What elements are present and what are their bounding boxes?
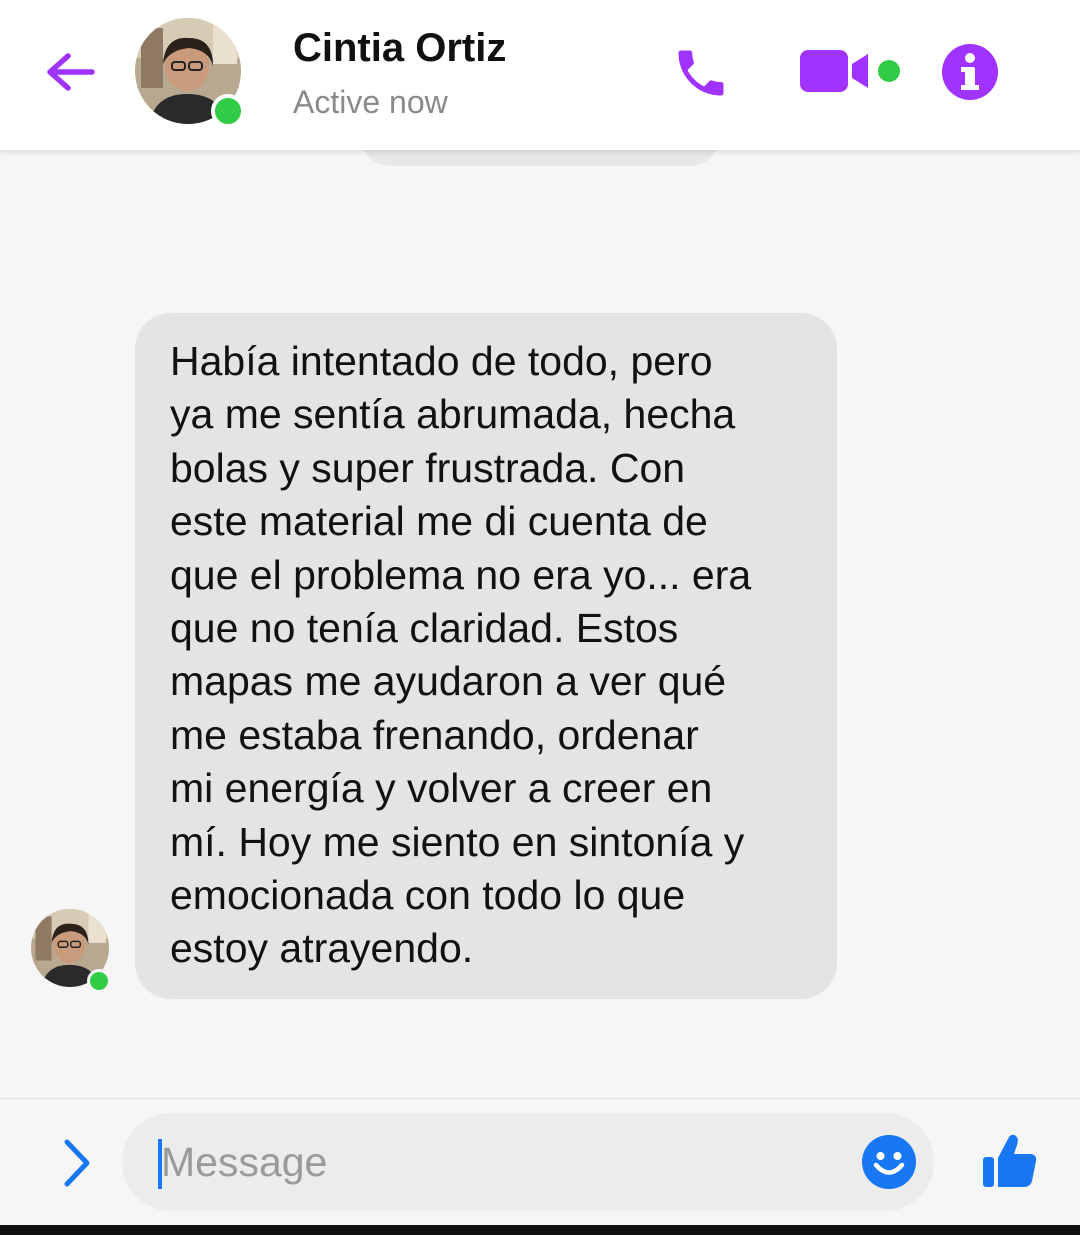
contact-name[interactable]: Cintia Ortiz (293, 26, 506, 71)
thumbs-up-icon (983, 1134, 1037, 1187)
text-cursor (158, 1139, 162, 1189)
emoji-button[interactable] (860, 1133, 918, 1191)
contact-avatar[interactable] (135, 18, 245, 128)
message-line: este material me di cuenta de (170, 498, 708, 545)
message-line: mapas me ayudaron a ver qué (170, 658, 727, 705)
video-call-button[interactable] (796, 44, 906, 100)
like-button[interactable] (978, 1130, 1040, 1192)
message-text: Había intentado de todo, pero ya me sent… (170, 335, 807, 976)
message-input-container[interactable] (122, 1113, 934, 1211)
messenger-screen: Cintia Ortiz Active now Había intentado … (0, 0, 1080, 1235)
sender-avatar[interactable] (31, 909, 111, 993)
info-button[interactable] (940, 42, 1000, 102)
back-button[interactable] (40, 42, 100, 102)
message-composer (0, 1098, 1080, 1226)
message-line: emocionada con todo lo que (170, 872, 686, 919)
message-line: que el problema no era yo... era (170, 551, 752, 598)
message-input[interactable] (158, 1133, 841, 1191)
received-message-bubble[interactable]: Había intentado de todo, pero ya me sent… (135, 313, 837, 999)
video-camera-icon (800, 50, 900, 92)
phone-icon (678, 50, 724, 96)
message-line: bolas y super frustrada. Con (170, 444, 686, 491)
message-line: estoy atrayendo. (170, 925, 474, 972)
message-line: que no tenía claridad. Estos (170, 605, 679, 652)
presence-indicator (87, 969, 111, 993)
presence-indicator (211, 94, 245, 128)
expand-actions-button[interactable] (52, 1135, 102, 1191)
call-button[interactable] (668, 40, 734, 106)
message-line: mi energía y volver a creer en (170, 765, 713, 812)
message-line: mí. Hoy me siento en sintonía y (170, 818, 745, 865)
message-line: me estaba frenando, ordenar (170, 711, 699, 758)
info-icon (942, 44, 998, 100)
chevron-right-icon (64, 1139, 90, 1187)
message-line: ya me sentía abrumada, hecha (170, 391, 736, 438)
arrow-left-icon (47, 53, 95, 91)
system-navigation-bar (0, 1225, 1080, 1235)
message-line: Había intentado de todo, pero (170, 338, 713, 384)
chat-header: Cintia Ortiz Active now (0, 0, 1080, 150)
smiley-icon (862, 1135, 916, 1189)
contact-status: Active now (293, 84, 448, 120)
